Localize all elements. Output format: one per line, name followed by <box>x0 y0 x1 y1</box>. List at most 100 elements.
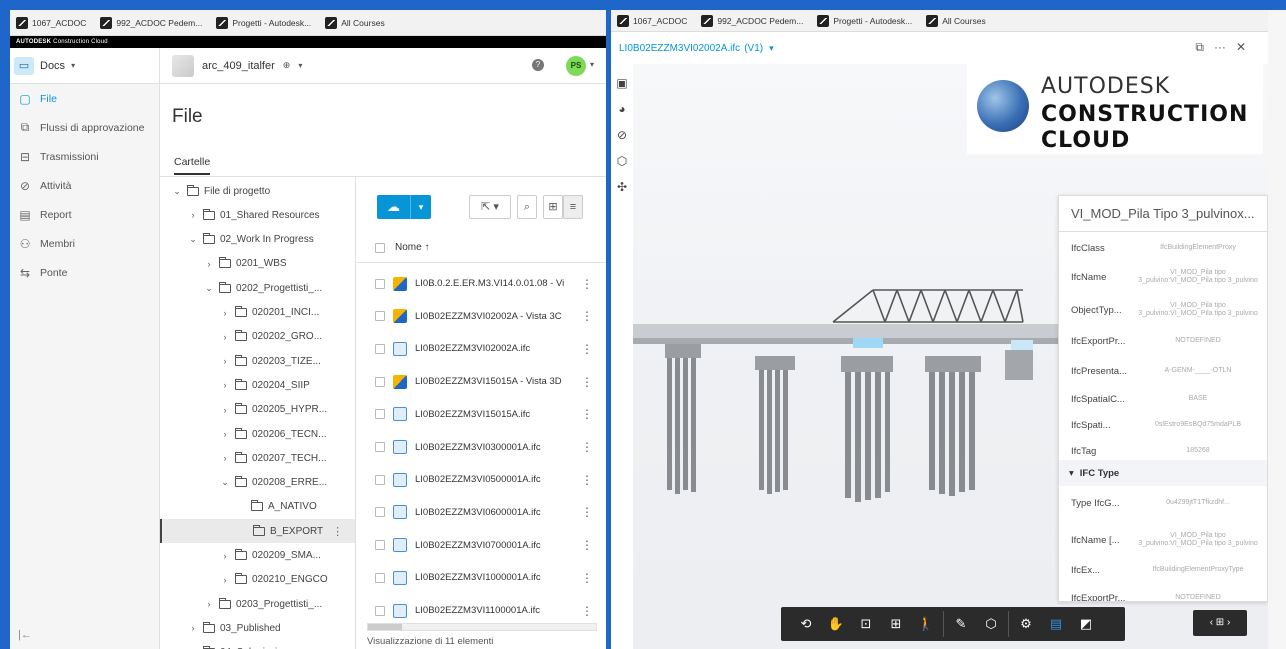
bookmark-2[interactable]: 992_ACDOC Pedem... <box>701 14 803 27</box>
zoom-window-icon[interactable]: ⊞ <box>881 616 911 632</box>
tree-folder[interactable]: A_NATIVO <box>160 495 355 519</box>
bookmark-3[interactable]: Progetti - Autodesk... <box>817 14 912 27</box>
scrollbar-thumb[interactable] <box>368 624 402 630</box>
chevron-right-icon[interactable]: › <box>204 259 214 269</box>
section-icon[interactable]: ⬡ <box>976 616 1006 632</box>
settings-icon[interactable]: ⚙ <box>1011 616 1041 632</box>
chevron-down-icon[interactable]: ⌄ <box>204 283 214 294</box>
sidebar-item-report[interactable]: ▤ Report <box>10 200 159 229</box>
tree-folder[interactable]: B_EXPORT ⋮ <box>160 519 355 544</box>
file-name[interactable]: LI0B02EZZM3VI0300001A.ifc <box>415 442 573 453</box>
row-checkbox[interactable] <box>375 343 385 354</box>
chevron-down-icon[interactable]: ▾ <box>769 43 774 54</box>
file-name[interactable]: LI0B02EZZM3VI02002A - Vista 3C <box>415 311 573 322</box>
compare-icon[interactable]: ⧉ <box>1195 40 1204 55</box>
sidebar-item-approvals[interactable]: ⧉ Flussi di approvazione <box>10 113 159 142</box>
file-row[interactable]: LI0B02EZZM3VI0300001A.ifc ⋮ <box>357 431 606 464</box>
chevron-right-icon[interactable]: › <box>220 551 230 561</box>
tree-folder[interactable]: › 020210_ENGCO <box>160 568 355 592</box>
chevron-right-icon[interactable]: › <box>188 623 198 633</box>
tree-folder[interactable]: › 020204_SIIP <box>160 373 355 397</box>
markup-icon[interactable]: ✎ <box>946 616 976 632</box>
more-icon[interactable]: ⋮ <box>581 505 593 519</box>
upload-button[interactable]: ☁ ▾ <box>377 195 431 219</box>
file-name[interactable]: LI0B02EZZM3VI15015A.ifc <box>415 409 573 420</box>
file-row[interactable]: LI0B02EZZM3VI02002A - Vista 3C ⋮ <box>357 300 606 333</box>
file-name[interactable]: LI0B02EZZM3VI1100001A.ifc <box>415 605 573 616</box>
more-icon[interactable]: ⋮ <box>581 407 593 421</box>
chevron-right-icon[interactable]: › <box>220 380 230 390</box>
chevron-right-icon[interactable]: › <box>204 599 214 609</box>
file-name[interactable]: LI0B02EZZM3VI02002A.ifc <box>415 343 573 354</box>
tab-folders[interactable]: Cartelle <box>174 156 211 175</box>
tree-folder[interactable]: › 020209_SMA... <box>160 544 355 568</box>
row-checkbox[interactable] <box>375 605 385 616</box>
tree-folder[interactable]: › 01_Shared Resources <box>160 203 355 227</box>
sidebar-item-bridge[interactable]: ⇆ Ponte <box>10 258 159 287</box>
bookmark-2[interactable]: 992_ACDOC Pedem... <box>100 16 202 29</box>
more-icon[interactable]: ⋮ <box>581 440 593 454</box>
bookmark-3[interactable]: Progetti - Autodesk... <box>216 16 311 29</box>
chevron-down-icon[interactable]: ⌄ <box>188 234 198 245</box>
more-icon[interactable]: ⋮ <box>581 538 593 552</box>
ifc-type-section[interactable]: ▾ IFC Type <box>1059 460 1267 486</box>
chevron-right-icon[interactable]: › <box>220 453 230 463</box>
row-checkbox[interactable] <box>375 376 385 387</box>
tree-folder[interactable]: › 020202_GRO... <box>160 325 355 349</box>
chevron-right-icon[interactable]: › <box>220 405 230 415</box>
chevron-right-icon[interactable]: › <box>188 210 198 220</box>
chevron-down-icon[interactable]: ▾ <box>590 60 594 69</box>
sidebar-item-file[interactable]: ▢ File <box>10 84 159 113</box>
tree-folder[interactable]: › 020201_INCI... <box>160 301 355 325</box>
tree-folder[interactable]: › 0201_WBS <box>160 252 355 276</box>
version-badge[interactable]: (V1) <box>744 43 763 54</box>
tree-folder[interactable]: › 0203_Progettisti_... <box>160 592 355 616</box>
file-row[interactable]: LI0B02EZZM3VI1000001A.ifc ⋮ <box>357 561 606 594</box>
tree-folder[interactable]: › 020205_HYPR... <box>160 398 355 422</box>
more-icon[interactable]: ⋮ <box>581 375 593 389</box>
tree-folder[interactable]: ⌄ File di progetto <box>160 179 355 203</box>
avatar[interactable]: PS <box>566 56 586 76</box>
more-icon[interactable]: ⋮ <box>581 473 593 487</box>
sidebar-item-members[interactable]: ⚇ Membri <box>10 229 159 258</box>
more-icon[interactable]: ⋮ <box>581 342 593 356</box>
chevron-right-icon[interactable]: › <box>220 429 230 439</box>
tree-folder[interactable]: › 03_Published <box>160 616 355 640</box>
help-icon[interactable]: ? <box>532 59 544 71</box>
file-name[interactable]: LI0B.0.2.E.ER.M3.VI14.0.01.08 - Vi <box>415 278 573 289</box>
bookmark-1[interactable]: 1067_ACDOC <box>617 14 687 27</box>
row-checkbox[interactable] <box>375 540 385 551</box>
row-checkbox[interactable] <box>375 278 385 289</box>
tree-folder[interactable]: 04_Submission <box>160 641 355 649</box>
chevron-right-icon[interactable]: › <box>220 575 230 585</box>
viewer-filename[interactable]: LI0B02EZZM3VI02002A.ifc <box>619 43 740 54</box>
export-button[interactable]: ⇱ ▾ <box>469 195 511 219</box>
chevron-right-icon[interactable]: › <box>220 356 230 366</box>
sidebar-item-activity[interactable]: ⊘ Attività <box>10 171 159 200</box>
more-icon[interactable]: ⋮ <box>581 571 593 585</box>
sheet-navigator[interactable]: ‹ ⊞ › <box>1193 610 1247 636</box>
collapse-sidebar-icon[interactable]: |← <box>18 629 32 641</box>
row-checkbox[interactable] <box>375 409 385 420</box>
pan-icon[interactable]: ✋ <box>821 616 851 632</box>
file-row[interactable]: LI0B02EZZM3VI0600001A.ifc ⋮ <box>357 496 606 529</box>
sheets-icon[interactable]: ▣ <box>615 76 629 90</box>
tree-folder[interactable]: › 020203_TIZE... <box>160 349 355 373</box>
grid-view-button[interactable]: ⊞ <box>543 195 563 219</box>
file-name[interactable]: LI0B02EZZM3VI0600001A.ifc <box>415 507 573 518</box>
tree-folder[interactable]: › 020206_TECN... <box>160 422 355 446</box>
name-column-header[interactable]: Nome ↑ <box>395 242 429 253</box>
file-row[interactable]: LI0B02EZZM3VI02002A.ifc ⋮ <box>357 332 606 365</box>
tree-folder[interactable]: ⌄ 0202_Progettisti_... <box>160 276 355 300</box>
row-checkbox[interactable] <box>375 572 385 583</box>
close-icon[interactable]: ✕ <box>1236 40 1246 55</box>
search-button[interactable]: ⌕ <box>517 195 537 219</box>
project-selector[interactable]: arc_409_italfer ⊕ ▾ <box>160 54 302 77</box>
expand-icon[interactable]: ▾ <box>1069 468 1074 479</box>
module-selector[interactable]: ▭ Docs ▾ <box>10 48 160 83</box>
tree-folder[interactable]: ⌄ 020208_ERRE... <box>160 471 355 495</box>
bookmark-4[interactable]: All Courses <box>325 16 385 29</box>
properties-icon[interactable]: ▤ <box>1041 616 1071 632</box>
file-row[interactable]: LI0B.0.2.E.ER.M3.VI14.0.01.08 - Vi ⋮ <box>357 267 606 300</box>
row-checkbox[interactable] <box>375 311 385 322</box>
